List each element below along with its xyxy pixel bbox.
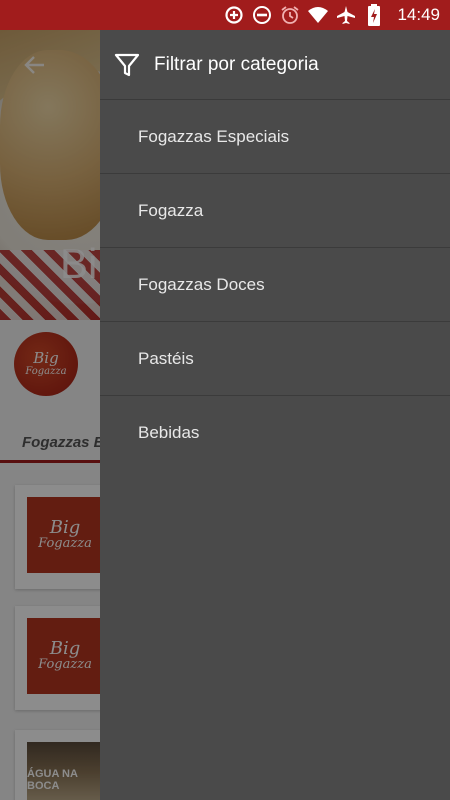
drawer-title: Filtrar por categoria [154,53,319,75]
category-item-fogazza[interactable]: Fogazza [100,174,450,248]
filter-icon [114,52,140,78]
category-filter-drawer: Filtrar por categoria Fogazzas Especiais… [100,30,450,800]
status-time: 14:49 [397,5,440,24]
category-item-pasteis[interactable]: Pastéis [100,322,450,396]
drawer-header: Filtrar por categoria [100,30,450,100]
wifi-icon [307,4,329,26]
data-saver-icon [223,4,245,26]
do-not-disturb-icon [251,4,273,26]
airplane-icon [335,4,357,26]
category-item-fogazzas-especiais[interactable]: Fogazzas Especiais [100,100,450,174]
status-bar: 14:49 [0,0,450,30]
alarm-icon [279,4,301,26]
battery-charging-icon [363,4,385,26]
category-item-fogazzas-doces[interactable]: Fogazzas Doces [100,248,450,322]
category-item-bebidas[interactable]: Bebidas [100,396,450,470]
